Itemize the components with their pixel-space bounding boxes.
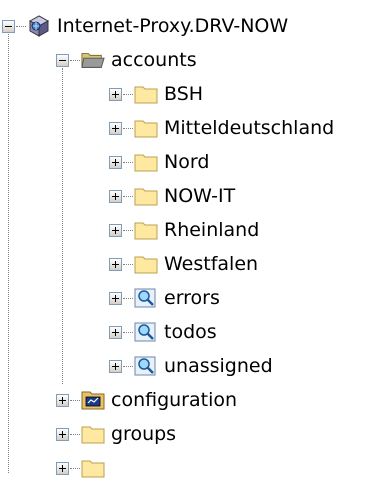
tree-connector <box>123 127 133 129</box>
tree-node-configuration[interactable]: configuration <box>56 383 237 417</box>
expand-toggle[interactable] <box>109 291 122 305</box>
expand-toggle[interactable] <box>109 155 122 169</box>
expand-toggle[interactable] <box>56 427 69 441</box>
tree-line-root <box>8 34 9 473</box>
tree-node-mitteldeutschland[interactable]: Mitteldeutschland <box>109 111 334 145</box>
tree-node-label: Rheinland <box>164 219 260 241</box>
search-folder-icon <box>134 321 158 343</box>
tree-connector <box>123 229 133 231</box>
tree-node-root[interactable]: Internet-Proxy.DRV-NOW <box>2 9 288 43</box>
tree-node-label: errors <box>164 287 220 309</box>
tree-line-accounts <box>62 68 63 384</box>
tree-connector <box>123 263 133 265</box>
server-globe-icon <box>27 15 51 37</box>
folder-icon <box>134 185 158 207</box>
tree-node-rheinland[interactable]: Rheinland <box>109 213 259 247</box>
open-folder-icon <box>81 49 105 71</box>
tree-node-now-it[interactable]: NOW-IT <box>109 179 235 213</box>
tree-node-label: Internet-Proxy.DRV-NOW <box>57 15 289 37</box>
tree-connector <box>70 433 80 435</box>
tree-connector <box>123 365 133 367</box>
tree-node-label: accounts <box>111 49 197 71</box>
folder-icon <box>134 219 158 241</box>
search-folder-icon <box>134 355 158 377</box>
tree-node-nord[interactable]: Nord <box>109 145 209 179</box>
expand-toggle[interactable] <box>109 121 122 135</box>
tree-node-label: unassigned <box>164 355 273 377</box>
expand-toggle[interactable] <box>109 189 122 203</box>
folder-icon <box>81 423 105 445</box>
search-folder-icon <box>134 287 158 309</box>
expand-toggle[interactable] <box>109 223 122 237</box>
folder-icon <box>134 151 158 173</box>
config-folder-icon <box>81 389 105 411</box>
tree-node-label: configuration <box>111 389 238 411</box>
tree-connector <box>123 195 133 197</box>
tree-node-label: todos <box>164 321 217 343</box>
tree-connector <box>123 161 133 163</box>
expand-toggle[interactable] <box>56 393 69 407</box>
folder-icon <box>134 117 158 139</box>
collapse-toggle[interactable] <box>56 53 69 67</box>
tree-node-todos[interactable]: todos <box>109 315 217 349</box>
expand-toggle[interactable] <box>109 325 122 339</box>
collapse-toggle[interactable] <box>2 19 15 33</box>
tree-node-label: NOW-IT <box>164 185 236 207</box>
folder-icon <box>134 83 158 105</box>
expand-toggle[interactable] <box>109 87 122 101</box>
folder-icon <box>81 457 105 479</box>
tree-node-westfalen[interactable]: Westfalen <box>109 247 258 281</box>
tree-node-groups[interactable]: groups <box>56 417 176 451</box>
tree-node-label: Mitteldeutschland <box>164 117 335 139</box>
tree-connector <box>16 25 26 27</box>
tree-node-partial[interactable] <box>56 451 111 485</box>
tree-connector <box>70 467 80 469</box>
tree-node-label: groups <box>111 423 177 445</box>
tree-connector <box>123 93 133 95</box>
tree-node-accounts[interactable]: accounts <box>56 43 197 77</box>
tree-connector <box>123 331 133 333</box>
tree-connector <box>70 59 80 61</box>
tree-node-errors[interactable]: errors <box>109 281 220 315</box>
tree-node-bsh[interactable]: BSH <box>109 77 203 111</box>
expand-toggle[interactable] <box>109 257 122 271</box>
tree-node-label: Westfalen <box>164 253 259 275</box>
tree-node-label: BSH <box>164 83 204 105</box>
folder-icon <box>134 253 158 275</box>
expand-toggle[interactable] <box>109 359 122 373</box>
tree-connector <box>123 297 133 299</box>
tree-node-unassigned[interactable]: unassigned <box>109 349 273 383</box>
tree-node-label: Nord <box>164 151 210 173</box>
tree-connector <box>70 399 80 401</box>
